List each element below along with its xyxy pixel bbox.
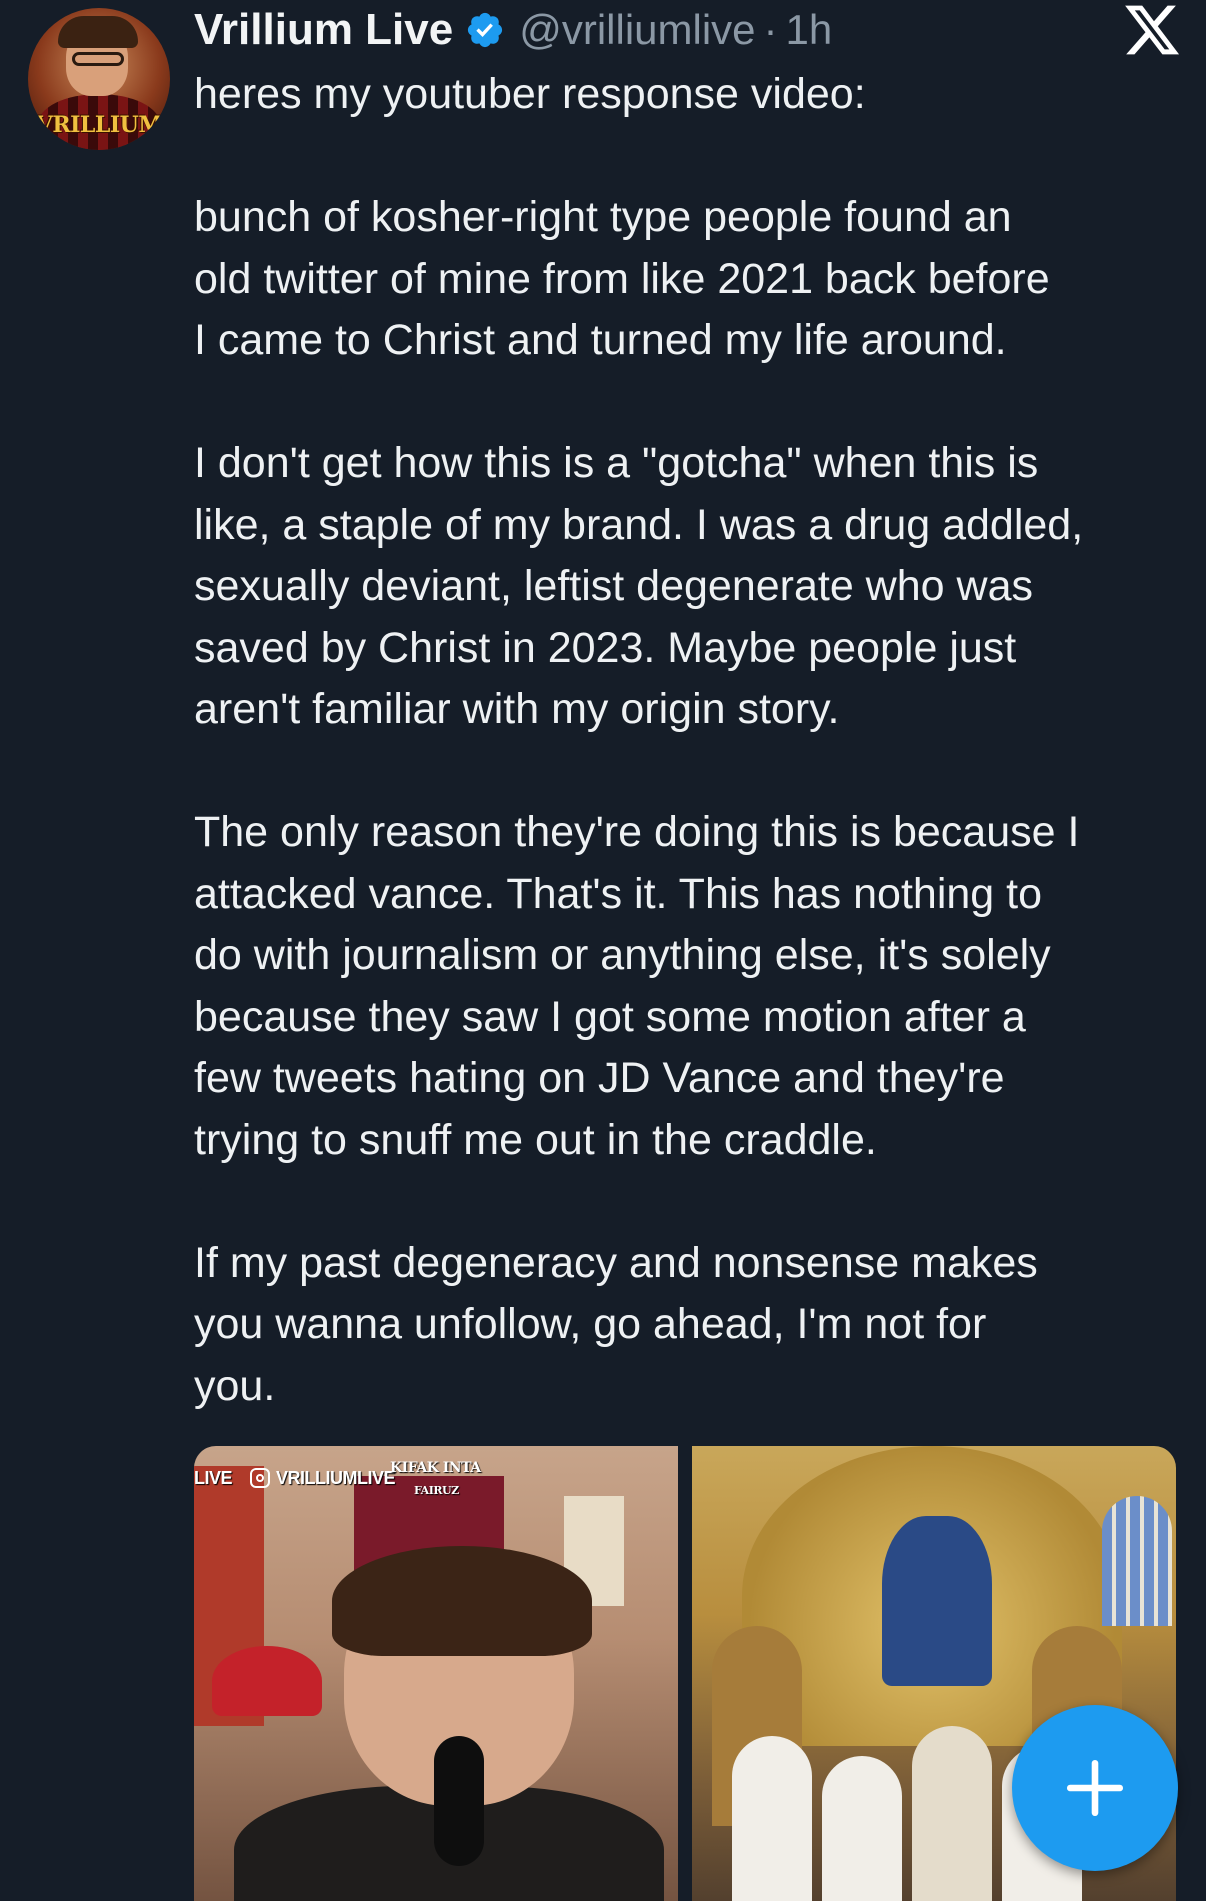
microphone xyxy=(434,1736,484,1866)
tweet-header: Vrillium Live @vrilliumlive · 1h xyxy=(194,2,832,58)
person-hair xyxy=(332,1546,592,1656)
church-icon-figure xyxy=(882,1516,992,1686)
person-robe xyxy=(912,1726,992,1901)
timestamp[interactable]: 1h xyxy=(786,6,833,54)
instagram-icon xyxy=(250,1468,270,1488)
verified-badge-icon xyxy=(465,10,505,50)
overlay-poster-sub: FAIRUZ xyxy=(414,1484,459,1497)
overlay-handle-text: VRILLIUMLIVE xyxy=(276,1468,396,1488)
tweet-text: heres my youtuber response video: bunch … xyxy=(194,64,1184,1479)
tweet-paragraph: I don't get how this is a "gotcha" when … xyxy=(194,439,1084,733)
tweet-paragraph: The only reason they're doing this is be… xyxy=(194,808,1080,1164)
compose-button[interactable] xyxy=(1012,1705,1178,1871)
x-logo-icon[interactable] xyxy=(1122,0,1182,60)
separator: · xyxy=(763,6,778,53)
avatar-label: VRILLIUM xyxy=(35,112,163,138)
avatar-hair xyxy=(58,16,138,48)
person-robe xyxy=(822,1756,902,1901)
tweet-paragraph: bunch of kosher-right type people found … xyxy=(194,193,1050,364)
avatar-glasses xyxy=(72,52,124,66)
display-name[interactable]: Vrillium Live xyxy=(194,5,453,55)
avatar[interactable]: VRILLIUM xyxy=(28,8,170,150)
overlay-poster: KIFAK INTA xyxy=(390,1460,481,1476)
overlay-live: LIVE xyxy=(194,1468,233,1488)
person-robe xyxy=(732,1736,812,1901)
handle[interactable]: @vrilliumlive xyxy=(519,6,755,54)
overlay-handle: VRILLIUMLIVE xyxy=(250,1468,396,1489)
tweet: VRILLIUM Vrillium Live @vrilliumlive · 1… xyxy=(0,0,1206,1901)
red-cap xyxy=(212,1646,322,1716)
plus-icon xyxy=(1066,1759,1124,1817)
stained-window xyxy=(1102,1496,1172,1626)
tweet-paragraph: If my past degeneracy and nonsense makes… xyxy=(194,1238,1038,1410)
media-image-podcast[interactable]: LIVE VRILLIUMLIVE KIFAK INTA FAIRUZ xyxy=(194,1446,678,1901)
tweet-paragraph: heres my youtuber response video: xyxy=(194,70,866,118)
